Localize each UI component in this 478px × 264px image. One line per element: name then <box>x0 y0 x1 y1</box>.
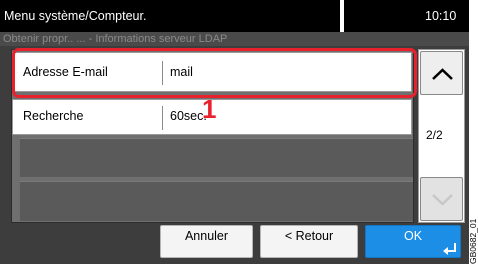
list-item-label: Recherche <box>23 109 84 123</box>
callout-number: 1 <box>202 94 217 124</box>
page-indicator: 2/2 <box>426 128 443 142</box>
list-item-divider <box>162 106 163 130</box>
clock: 10:10 <box>425 9 457 23</box>
ok-button[interactable]: OK <box>365 225 461 258</box>
chevron-down-icon <box>432 194 453 206</box>
list-item-empty <box>20 181 413 221</box>
page-title: Menu système/Compteur. <box>4 9 147 23</box>
breadcrumb: Obtenir propr.. ... - Informations serve… <box>3 33 228 45</box>
list-item-empty <box>20 138 413 177</box>
panel-screen: Menu système/Compteur. 10:10 Obtenir pro… <box>0 0 469 264</box>
chevron-up-icon <box>432 68 453 80</box>
scroll-down-button[interactable] <box>420 177 463 221</box>
highlight-frame <box>12 48 417 98</box>
scroll-up-button[interactable] <box>420 51 463 95</box>
enter-arrow-icon <box>443 243 456 255</box>
header-separator <box>340 0 344 32</box>
figure-code: GB0682_01 <box>468 218 478 264</box>
cancel-button[interactable]: Annuler <box>160 225 253 258</box>
back-button[interactable]: < Retour <box>260 225 358 258</box>
ok-button-label: OK <box>403 229 423 243</box>
